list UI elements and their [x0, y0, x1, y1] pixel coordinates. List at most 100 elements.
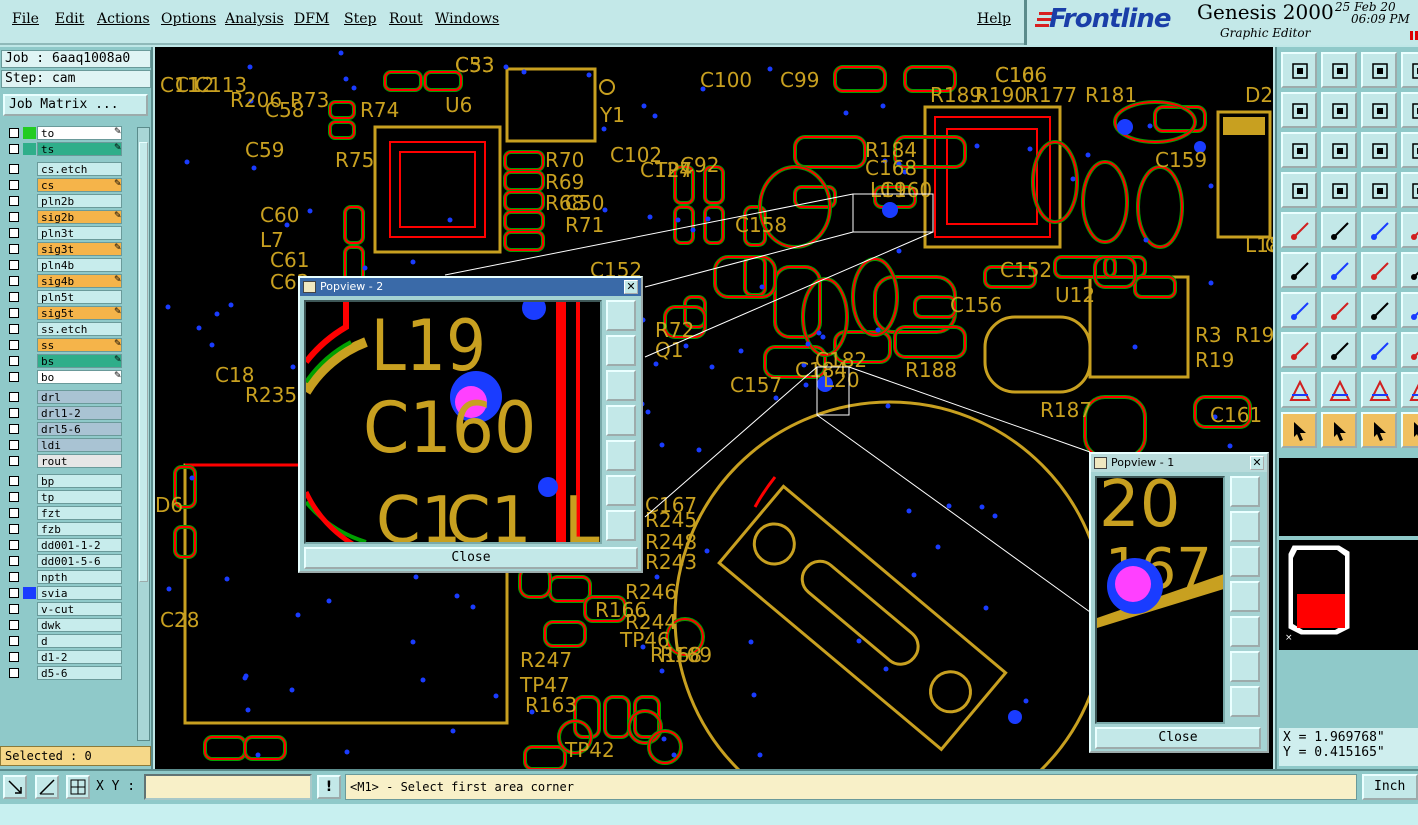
pan-up-button[interactable]	[1230, 511, 1260, 542]
layer-name[interactable]: cs.etch	[37, 162, 122, 176]
layer-row-dwk[interactable]: dwk	[2, 617, 136, 633]
layer-name[interactable]: ss	[37, 338, 122, 352]
menu-step[interactable]: Step	[344, 11, 376, 27]
layer-checkbox[interactable]	[9, 128, 19, 138]
layer-name[interactable]: pln3t	[37, 226, 122, 240]
layer-checkbox[interactable]	[9, 164, 19, 174]
layer-color-swatch[interactable]	[23, 439, 36, 451]
layer-row-drl[interactable]: drl	[2, 389, 136, 405]
layer-checkbox[interactable]	[9, 212, 19, 222]
layer-color-swatch[interactable]	[23, 491, 36, 503]
layer-row-pln4b[interactable]: pln4b	[2, 257, 136, 273]
layer-color-swatch[interactable]	[23, 227, 36, 239]
layer-name[interactable]: sig3t	[37, 242, 122, 256]
fit-all-button[interactable]	[1281, 132, 1317, 168]
layer-name[interactable]: dwk	[37, 618, 122, 632]
scale-feature-button[interactable]	[1401, 332, 1418, 368]
layer-color-swatch[interactable]	[23, 475, 36, 487]
layer-name[interactable]: pln5t	[37, 290, 122, 304]
layer-checkbox[interactable]	[9, 492, 19, 502]
layer-color-swatch[interactable]	[23, 667, 36, 679]
layer-name[interactable]: rout	[37, 454, 122, 468]
layer-color-swatch[interactable]	[23, 275, 36, 287]
pan-left-button[interactable]	[606, 405, 636, 436]
popview-1-close-button[interactable]: Close	[1095, 727, 1261, 749]
zoom-reset-button[interactable]	[1401, 132, 1418, 168]
layer-checkbox[interactable]	[9, 308, 19, 318]
line-add-button[interactable]	[1321, 212, 1357, 248]
layer-checkbox[interactable]	[9, 276, 19, 286]
layer-row-d[interactable]: d	[2, 633, 136, 649]
select-misc-button[interactable]	[1401, 412, 1418, 448]
layer-checkbox[interactable]	[9, 620, 19, 630]
scrollbar-thumb[interactable]	[139, 142, 148, 582]
pad-edit-button[interactable]	[1281, 332, 1317, 368]
pan-down-button[interactable]	[606, 370, 636, 401]
overview-area-top[interactable]	[1279, 458, 1418, 536]
layer-color-swatch[interactable]	[23, 507, 36, 519]
layer-row-cs[interactable]: cs ✎	[2, 177, 136, 193]
popview-1-view[interactable]: 20 167	[1095, 476, 1225, 724]
layer-row-bs[interactable]: bs ✎	[2, 353, 136, 369]
layer-name[interactable]: dd001-5-6	[37, 554, 122, 568]
layer-name[interactable]: bp	[37, 474, 122, 488]
layer-color-swatch[interactable]	[23, 259, 36, 271]
layer-color-swatch[interactable]	[23, 555, 36, 567]
home-view-button[interactable]	[1361, 52, 1397, 88]
layer-row-tp[interactable]: tp	[2, 489, 136, 505]
measure-button[interactable]	[1361, 212, 1397, 248]
pan-left-button[interactable]	[1230, 581, 1260, 612]
menu-rout[interactable]: Rout	[389, 11, 423, 27]
layer-name[interactable]: cs	[37, 178, 122, 192]
select-ref-button[interactable]	[1361, 412, 1397, 448]
layer-name[interactable]: svia	[37, 586, 122, 600]
layer-checkbox[interactable]	[9, 476, 19, 486]
menu-analysis[interactable]: Analysis	[225, 11, 284, 27]
layer-row-ldi[interactable]: ldi	[2, 437, 136, 453]
layer-name[interactable]: sig5t	[37, 306, 122, 320]
layer-checkbox[interactable]	[9, 636, 19, 646]
layer-color-swatch[interactable]	[23, 635, 36, 647]
menu-edit[interactable]: Edit	[55, 11, 84, 27]
layer-row-pln5t[interactable]: pln5t	[2, 289, 136, 305]
layer-color-swatch[interactable]	[23, 391, 36, 403]
layer-row-fzb[interactable]: fzb	[2, 521, 136, 537]
center-button[interactable]	[1321, 132, 1357, 168]
layer-checkbox[interactable]	[9, 228, 19, 238]
layer-name[interactable]: v-cut	[37, 602, 122, 616]
layer-row-fzt[interactable]: fzt	[2, 505, 136, 521]
layer-name[interactable]: sig2b	[37, 210, 122, 224]
layer-row-sig5t[interactable]: sig5t ✎	[2, 305, 136, 321]
layer-name[interactable]: npth	[37, 570, 122, 584]
layer-row-rout[interactable]: rout	[2, 453, 136, 469]
zoom-prev-button[interactable]	[1321, 52, 1357, 88]
layer-color-swatch[interactable]	[23, 619, 36, 631]
grid-tool-button[interactable]	[66, 775, 90, 799]
layer-checkbox[interactable]	[9, 260, 19, 270]
layer-name[interactable]: drl5-6	[37, 422, 122, 436]
layer-color-swatch[interactable]	[23, 195, 36, 207]
slot-add-button[interactable]	[1401, 252, 1418, 288]
layer-checkbox[interactable]	[9, 324, 19, 334]
layer-checkbox[interactable]	[9, 556, 19, 566]
layer-checkbox[interactable]	[9, 524, 19, 534]
pan-right-button[interactable]	[1321, 92, 1357, 128]
layer-color-swatch[interactable]	[23, 211, 36, 223]
layer-name[interactable]: d	[37, 634, 122, 648]
layer-name[interactable]: d5-6	[37, 666, 122, 680]
zoom-out-button[interactable]	[1230, 686, 1260, 717]
layer-name[interactable]: pln2b	[37, 194, 122, 208]
layer-checkbox[interactable]	[9, 424, 19, 434]
layer-color-swatch[interactable]	[23, 587, 36, 599]
layer-checkbox[interactable]	[9, 440, 19, 450]
zoom-fit-button[interactable]	[1230, 476, 1260, 507]
layer-color-swatch[interactable]	[23, 307, 36, 319]
zoom-out-button[interactable]	[606, 510, 636, 541]
menu-actions[interactable]: Actions	[97, 11, 150, 27]
layer-row-bp[interactable]: bp	[2, 473, 136, 489]
menu-options[interactable]: Options	[161, 11, 216, 27]
cross-add-button[interactable]	[1321, 252, 1357, 288]
layer-name[interactable]: tp	[37, 490, 122, 504]
layer-row-ss[interactable]: ss ✎	[2, 337, 136, 353]
layer-checkbox[interactable]	[9, 456, 19, 466]
